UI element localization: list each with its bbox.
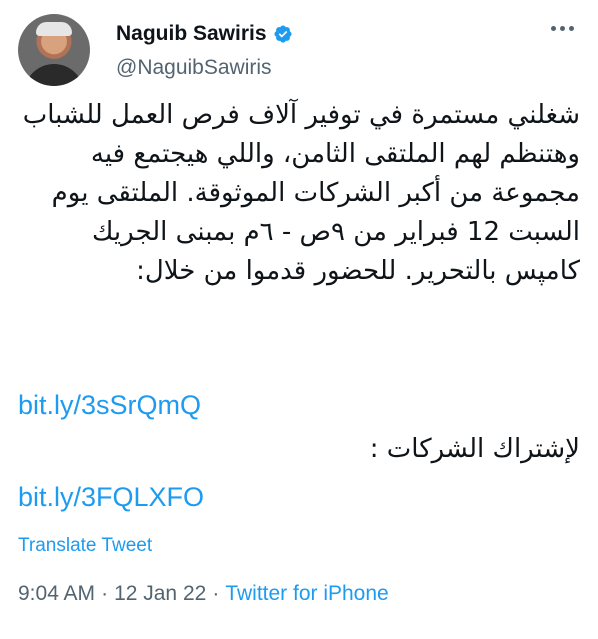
avatar[interactable] [18, 14, 90, 86]
tweet-header: Naguib Sawiris @NaguibSawiris [18, 12, 580, 88]
translate-tweet-link[interactable]: Translate Tweet [18, 535, 152, 557]
meta-separator: · [101, 582, 109, 605]
verified-badge-icon [274, 25, 292, 43]
tweet-time[interactable]: 9:04 AM [18, 582, 95, 606]
tweet-link-registration[interactable]: bit.ly/3sSrQmQ [18, 390, 201, 421]
tweet-body-text: شغلني مستمرة في توفير آلاف فرص العمل للش… [22, 100, 580, 286]
author-name[interactable]: Naguib Sawiris [116, 22, 267, 46]
tweet-meta: 9:04 AM · 12 Jan 22 · Twitter for iPhone [18, 582, 389, 606]
author-handle[interactable]: @NaguibSawiris [116, 56, 272, 80]
author-name-row: Naguib Sawiris [116, 22, 293, 46]
tweet-source[interactable]: Twitter for iPhone [225, 582, 388, 606]
tweet-date[interactable]: 12 Jan 22 [114, 582, 206, 606]
companies-line: لإشتراك الشركات : [369, 434, 580, 464]
more-options-icon[interactable] [551, 26, 574, 31]
meta-separator: · [212, 582, 220, 605]
tweet-link-companies[interactable]: bit.ly/3FQLXFO [18, 482, 204, 513]
